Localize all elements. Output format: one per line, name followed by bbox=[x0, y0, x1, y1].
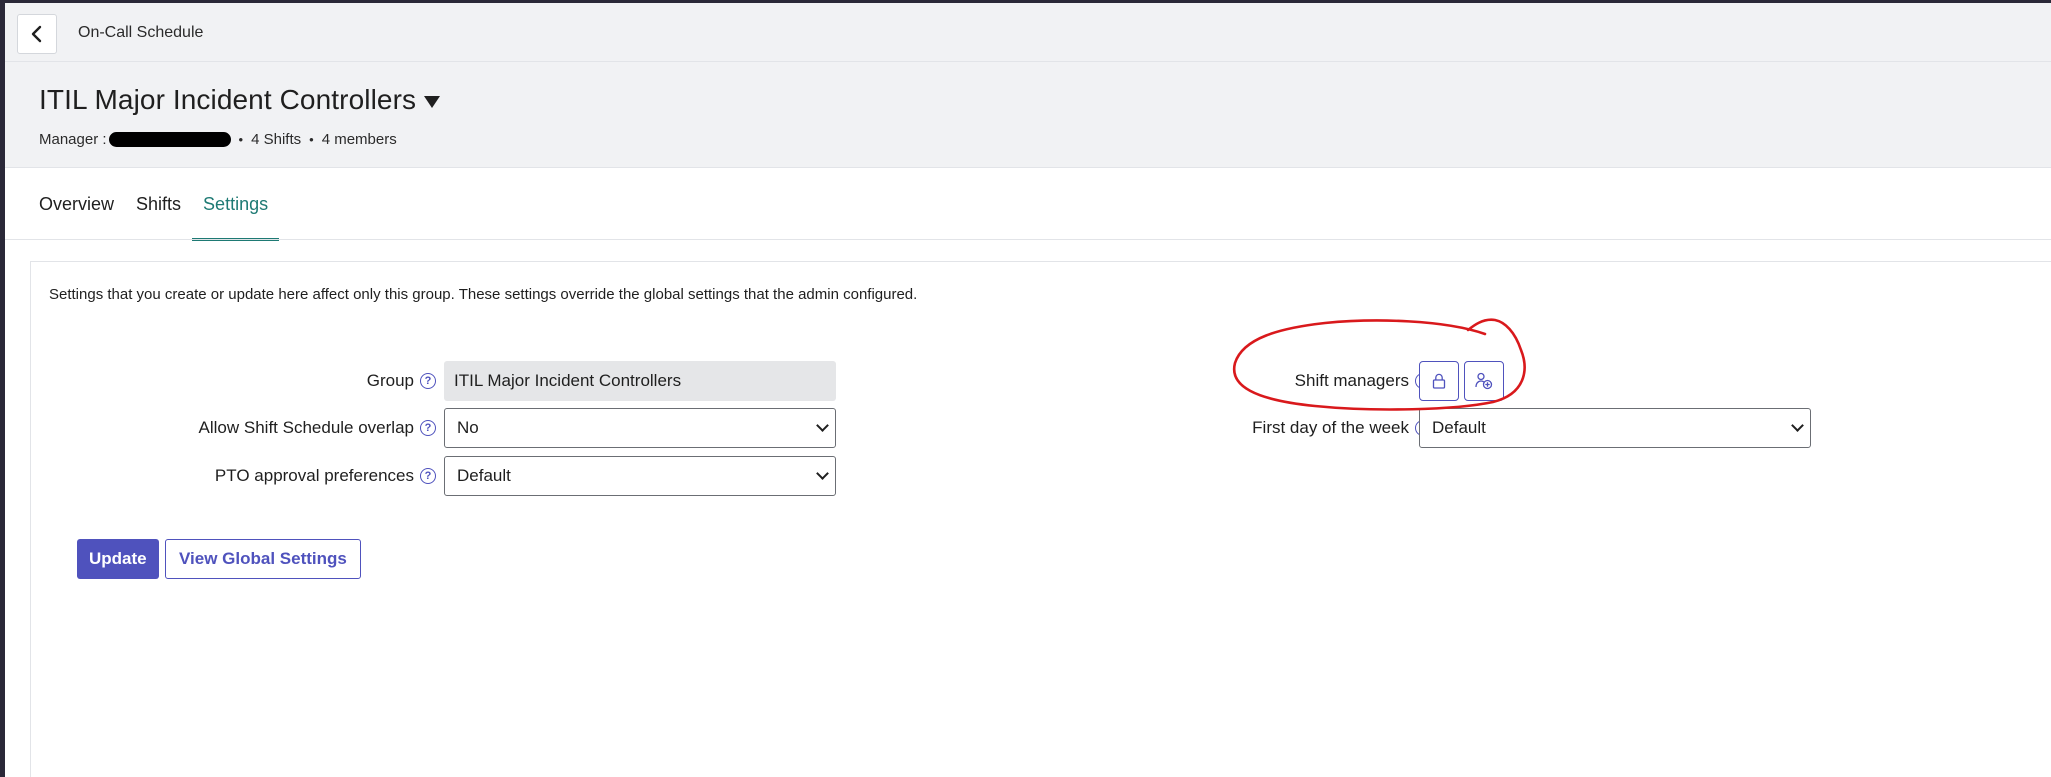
add-user-icon bbox=[1475, 372, 1493, 390]
tab-settings[interactable]: Settings bbox=[192, 168, 280, 241]
divider bbox=[5, 239, 2051, 240]
shift-count: 4 Shifts bbox=[251, 131, 302, 148]
lock-icon bbox=[1432, 373, 1446, 389]
group-label-row: Group ? bbox=[91, 362, 436, 400]
pto-value: Default bbox=[457, 466, 511, 485]
chevron-down-icon bbox=[816, 419, 829, 432]
group-field: ITIL Major Incident Controllers bbox=[444, 361, 836, 401]
breadcrumb[interactable]: On-Call Schedule bbox=[78, 24, 203, 42]
chevron-down-icon bbox=[1791, 419, 1804, 432]
overlap-value: No bbox=[457, 418, 479, 437]
tab-overview[interactable]: Overview bbox=[39, 168, 125, 240]
page-header: ITIL Major Incident Controllers Manager … bbox=[5, 62, 2051, 168]
member-count: 4 members bbox=[321, 131, 397, 148]
view-global-settings-button[interactable]: View Global Settings bbox=[165, 539, 361, 579]
redacted-manager-name bbox=[108, 132, 231, 147]
overlap-select[interactable]: No bbox=[444, 408, 836, 448]
first-day-select[interactable]: Default bbox=[1419, 408, 1811, 448]
caret-down-icon bbox=[424, 96, 441, 108]
first-day-label-row: First day of the week ? bbox=[1031, 409, 1431, 447]
first-day-value: Default bbox=[1432, 418, 1486, 437]
tab-bar: Overview Shifts Settings bbox=[39, 168, 280, 241]
manager-label: Manager : bbox=[39, 131, 107, 148]
pto-select[interactable]: Default bbox=[444, 456, 836, 496]
page-title: ITIL Major Incident Controllers bbox=[39, 84, 417, 115]
group-label: Group bbox=[366, 371, 414, 390]
first-day-label: First day of the week bbox=[1252, 418, 1409, 437]
app-window: On-Call Schedule ITIL Major Incident Con… bbox=[5, 3, 2051, 777]
settings-intro: Settings that you create or update here … bbox=[49, 286, 918, 303]
group-title-dropdown[interactable]: ITIL Major Incident Controllers bbox=[39, 84, 441, 116]
back-button[interactable] bbox=[17, 14, 57, 54]
pto-label: PTO approval preferences bbox=[214, 466, 414, 485]
pto-label-row: PTO approval preferences ? bbox=[91, 457, 436, 495]
help-icon[interactable]: ? bbox=[420, 420, 436, 436]
separator: • bbox=[238, 132, 244, 147]
tab-shifts[interactable]: Shifts bbox=[125, 168, 192, 240]
group-meta: Manager : • 4 Shifts • 4 members bbox=[39, 131, 397, 148]
shift-managers-label-row: Shift managers ? bbox=[1031, 362, 1431, 400]
overlap-label: Allow Shift Schedule overlap bbox=[198, 418, 414, 437]
settings-panel: Settings that you create or update here … bbox=[30, 261, 2051, 777]
top-bar: On-Call Schedule bbox=[5, 3, 2051, 62]
help-icon[interactable]: ? bbox=[420, 373, 436, 389]
chevron-left-icon bbox=[31, 25, 42, 43]
separator: • bbox=[309, 132, 314, 147]
help-icon[interactable]: ? bbox=[420, 468, 436, 484]
update-button[interactable]: Update bbox=[77, 539, 159, 579]
chevron-down-icon bbox=[816, 467, 829, 480]
shift-managers-label: Shift managers bbox=[1294, 371, 1409, 390]
add-shift-manager-button[interactable] bbox=[1464, 361, 1504, 401]
lock-button[interactable] bbox=[1419, 361, 1459, 401]
overlap-label-row: Allow Shift Schedule overlap ? bbox=[91, 409, 436, 447]
